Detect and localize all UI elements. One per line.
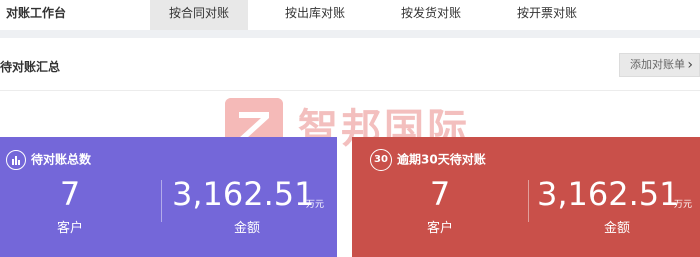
- customer-label: 客户: [56, 221, 83, 236]
- card-title: 待对账总数: [31, 152, 92, 167]
- section-title: 待对账汇总: [0, 60, 61, 74]
- card-divider: [161, 180, 162, 222]
- customer-count: 7: [59, 175, 81, 213]
- badge-30-text: 30: [374, 153, 388, 165]
- badge-30-icon: 30: [370, 148, 392, 171]
- overdue-30-days-card[interactable]: 30 逾期30天待对账 7 客户 3,162.51 万元 金额: [352, 137, 700, 257]
- divider: [0, 90, 700, 91]
- amount-value: 3,162.51: [172, 175, 315, 213]
- tab-by-invoice[interactable]: 按开票对账: [497, 0, 597, 30]
- add-statement-button[interactable]: 添加对账单 ›: [619, 53, 700, 77]
- customer-label: 客户: [426, 221, 453, 236]
- pending-total-card[interactable]: 待对账总数 7 客户 3,162.51 万元 金额: [0, 137, 337, 257]
- amount-label: 金额: [603, 221, 630, 236]
- app-title: 对账工作台: [6, 6, 67, 20]
- card-title: 逾期30天待对账: [397, 152, 486, 167]
- add-statement-label: 添加对账单: [630, 58, 685, 71]
- card-header: 30 逾期30天待对账: [370, 148, 486, 171]
- amount-unit: 万元: [674, 200, 693, 210]
- header-separator: [0, 30, 700, 38]
- tab-by-outbound[interactable]: 按出库对账: [265, 0, 365, 30]
- bar-chart-icon: [6, 149, 26, 170]
- tab-by-delivery[interactable]: 按发货对账: [381, 0, 481, 30]
- amount-unit: 万元: [306, 200, 325, 210]
- card-divider: [528, 180, 529, 222]
- card-header: 待对账总数: [6, 148, 91, 170]
- chevron-right-icon: ›: [687, 57, 693, 73]
- amount-value: 3,162.51: [537, 175, 680, 213]
- tab-by-contract[interactable]: 按合同对账: [150, 0, 248, 30]
- customer-count: 7: [429, 175, 451, 213]
- amount-label: 金额: [233, 221, 260, 236]
- top-tab-bar: 对账工作台 按合同对账 按出库对账 按发货对账 按开票对账: [0, 0, 700, 30]
